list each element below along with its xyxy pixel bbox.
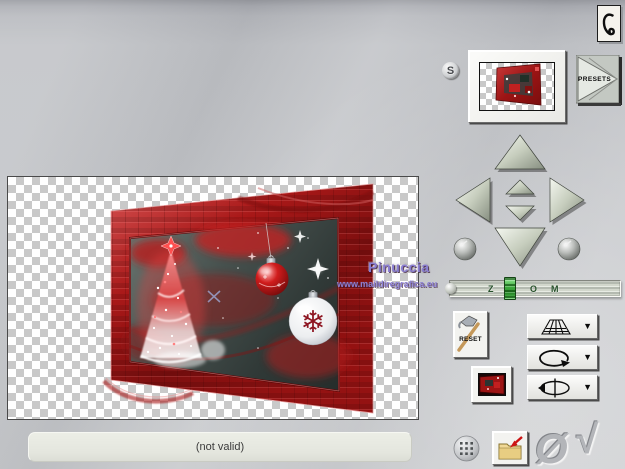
thumbnail-image — [479, 62, 555, 111]
plugin-dialog: ❄ Pinuccia www.maildiregrafica.eu (not v… — [0, 0, 625, 469]
preview-thumbnail-button[interactable] — [468, 50, 566, 123]
presets-label: PRESETS — [578, 76, 612, 83]
sphere-left-button[interactable] — [453, 237, 477, 261]
zoom-letter: O — [530, 284, 538, 294]
tile-image-button[interactable] — [471, 366, 512, 403]
svg-text:❄: ❄ — [300, 305, 325, 340]
preview-image: ❄ — [102, 183, 375, 414]
pan-up-button[interactable] — [494, 134, 546, 170]
perspective-grid-icon — [541, 318, 571, 335]
watermark-site: www.maildiregrafica.eu — [337, 279, 438, 289]
preview-area[interactable]: ❄ — [7, 176, 419, 420]
watermark-author: Pinuccia — [368, 259, 430, 275]
ok-button[interactable]: √ — [574, 420, 596, 460]
perspective-button[interactable]: ▼ — [527, 314, 598, 339]
pan-control — [453, 134, 587, 269]
zoom-letter: M — [551, 284, 559, 294]
flip-button[interactable]: ▼ — [527, 375, 598, 400]
status-text: (not valid) — [195, 441, 245, 453]
grid-icon — [453, 435, 480, 462]
reset-label: RESET — [459, 336, 482, 343]
zoom-letter: Z — [488, 284, 494, 294]
sphere-right-button[interactable] — [557, 237, 581, 261]
rotate-button[interactable]: ▼ — [527, 345, 598, 370]
tile-thumbnail-image — [478, 373, 506, 396]
flip-horizontal-icon — [538, 378, 570, 397]
status-bar: (not valid) — [28, 432, 412, 462]
zoom-slider-thumb[interactable] — [504, 277, 516, 300]
ear-swirl-icon — [602, 13, 615, 35]
folder-import-icon — [498, 436, 523, 460]
rotate-icon — [539, 349, 570, 367]
source-label: S — [446, 64, 455, 77]
pan-left-button[interactable] — [455, 177, 491, 223]
hammer-icon — [457, 315, 480, 352]
cancel-button[interactable]: Ø — [535, 428, 568, 469]
dropdown-arrow-icon: ▼ — [583, 321, 592, 331]
pan-down-button[interactable] — [494, 227, 546, 267]
reset-button[interactable]: RESET — [453, 311, 488, 358]
nudge-up-button[interactable] — [505, 179, 535, 195]
dropdown-arrow-icon: ▼ — [583, 352, 592, 362]
grid-sphere-button[interactable] — [453, 435, 480, 462]
zoom-slider[interactable]: Z O O M — [445, 277, 621, 300]
plugin-logo-button[interactable] — [597, 5, 621, 42]
import-button[interactable] — [492, 431, 528, 465]
source-toggle[interactable]: S — [442, 62, 459, 79]
presets-button[interactable]: PRESETS — [575, 54, 622, 106]
dropdown-arrow-icon: ▼ — [583, 382, 592, 392]
